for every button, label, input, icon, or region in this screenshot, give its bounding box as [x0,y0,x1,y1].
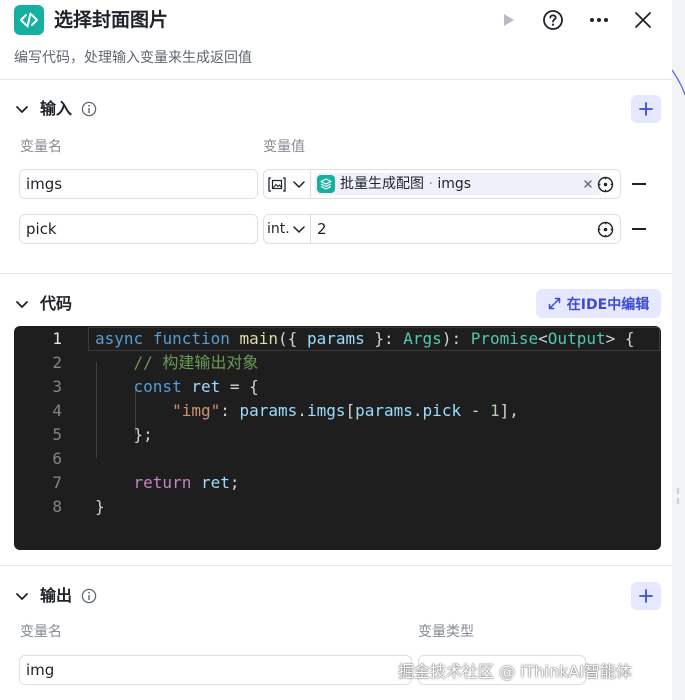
remove-input-button[interactable] [632,228,646,230]
run-button[interactable] [494,6,522,34]
expand-icon [548,297,561,310]
plus-icon [639,589,653,603]
code-line: 4 "img": params.imgs[params.pick - 1], [14,399,661,423]
variable-name-input[interactable]: imgs [19,169,258,199]
plus-icon [639,102,653,116]
edit-in-ide-button[interactable]: 在IDE中编辑 [536,289,661,318]
chevron-down-icon[interactable] [14,101,30,117]
variable-name-text: imgs [26,175,63,193]
code-text: return ret; [133,473,240,492]
variable-picker-icon[interactable] [597,221,614,238]
code-line: 7 return ret; [14,471,661,495]
more-icon [590,18,608,22]
line-number: 8 [52,497,62,516]
variable-value-input[interactable]: 2 [311,214,621,244]
node-title[interactable]: 选择封面图片 [54,6,168,34]
help-icon [543,10,563,30]
close-button[interactable] [629,6,657,34]
variable-reference-field[interactable]: 批量生成配图 · imgs [311,169,621,199]
canvas-edge [672,0,685,700]
line-number: 3 [52,377,62,396]
code-editor[interactable]: 1 async function main({ params }: Args):… [14,326,661,550]
line-number: 2 [52,353,62,372]
value-type-select[interactable] [263,169,311,199]
variable-picker-icon[interactable] [597,176,614,193]
close-icon [635,12,651,28]
play-icon [504,14,514,26]
code-line: 5 }; [14,423,661,447]
batch-node-icon [317,175,335,193]
add-output-button[interactable] [631,582,661,610]
column-label-name: 变量名 [20,139,62,155]
code-text: const ret = { [133,377,259,396]
chevron-down-icon[interactable] [14,296,30,312]
column-label-value: 变量值 [263,139,305,155]
output-name-input[interactable]: img [19,655,412,685]
variable-name-text: pick [26,220,57,238]
line-number: 4 [52,401,62,420]
info-icon[interactable] [81,588,97,604]
column-label-name: 变量名 [20,624,62,640]
chevron-down-icon [293,226,305,233]
chevron-down-icon [293,181,305,188]
code-line: 2 // 构建输出对象 [14,351,661,375]
line-number: 1 [52,329,62,348]
connector-handle[interactable] [677,488,685,504]
divider [0,565,672,566]
code-text: "img": params.imgs[params.pick - 1], [172,401,519,420]
line-number: 7 [52,473,62,492]
code-line: 8 } [14,495,661,519]
code-text: } [95,497,105,516]
input-section-title: 输入 [40,99,73,118]
remove-input-button[interactable] [632,183,646,185]
line-number: 5 [52,425,62,444]
code-line: 6 [14,447,661,471]
reference-text: 批量生成配图 · imgs [340,176,472,192]
image-array-icon [268,177,286,192]
code-node-icon [14,5,44,35]
value-type-label: int. [267,221,290,237]
add-input-button[interactable] [631,95,661,123]
clear-icon[interactable] [583,179,593,189]
edit-in-ide-label: 在IDE中编辑 [566,296,650,313]
info-icon[interactable] [81,101,97,117]
value-type-select[interactable]: int. [263,214,311,244]
chevron-down-icon[interactable] [14,588,30,604]
code-line: 3 const ret = { [14,375,661,399]
code-line: 1 async function main({ params }: Args):… [14,327,661,351]
reference-tag[interactable]: 批量生成配图 · imgs [315,173,601,195]
code-node-panel: 选择封面图片 编写代码，处理输入变量来生成返回值 输入 变量名 变量值 imgs [0,0,672,700]
variable-name-input[interactable]: pick [19,214,258,244]
output-section-title: 输出 [40,586,73,605]
column-label-type: 变量类型 [418,624,474,640]
help-button[interactable] [539,6,567,34]
code-text: }; [133,425,153,444]
output-name-text: img [26,661,55,679]
code-section-title: 代码 [40,294,73,313]
code-text: // 构建输出对象 [133,353,259,372]
code-text: async function main({ params }: Args): P… [95,329,635,348]
divider [0,79,672,80]
watermark: 掘金技术社区 @ iThinkAI智能体 [398,662,633,681]
node-description: 编写代码，处理输入变量来生成返回值 [14,50,252,66]
more-button[interactable] [585,6,613,34]
line-number: 6 [52,449,62,468]
variable-value-text: 2 [317,220,327,238]
connector-line [672,69,685,96]
divider [0,273,672,274]
